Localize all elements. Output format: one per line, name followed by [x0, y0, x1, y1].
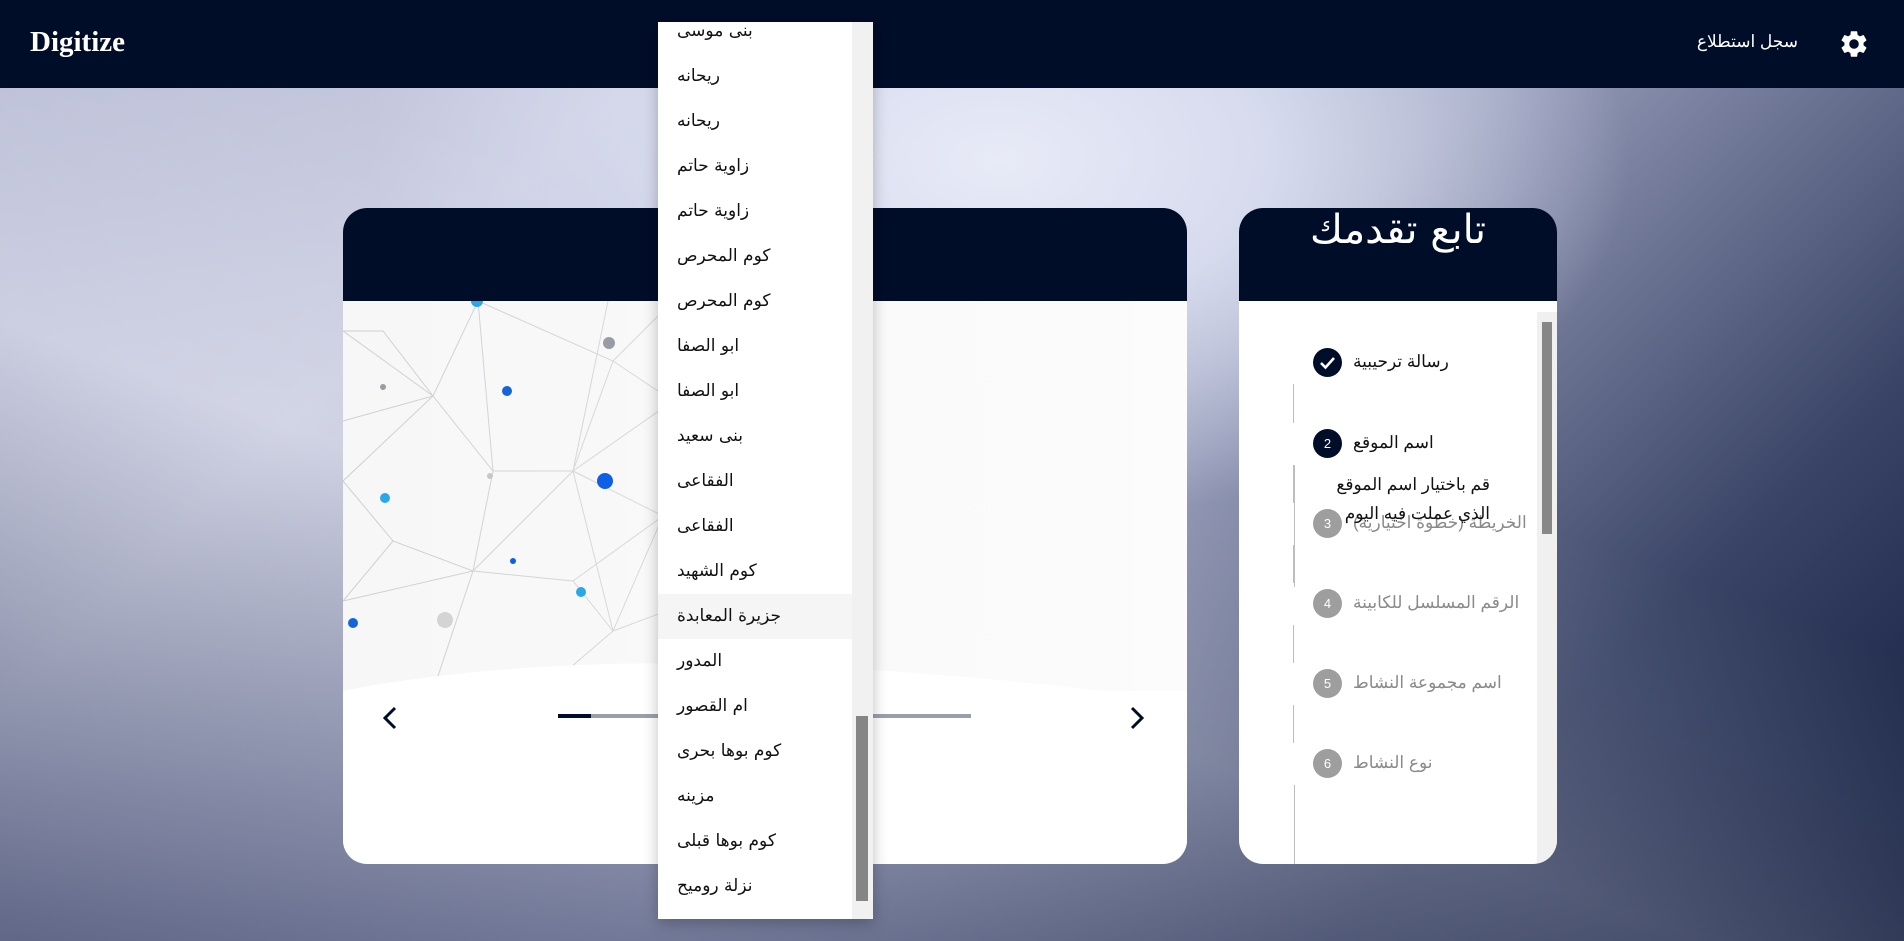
step-number: 5 — [1313, 669, 1342, 698]
progress-panel-title: تابع تقدمك — [1310, 208, 1486, 253]
dropdown-scrollbar-thumb[interactable] — [856, 716, 868, 901]
dropdown-option[interactable]: زاوية حاتم — [658, 189, 852, 234]
step-number: 6 — [1313, 749, 1342, 778]
step-connector — [1294, 465, 1295, 587]
site-name-dropdown[interactable]: بنى موسى ريحانه ريحانه زاوية حاتم زاوية حاتم… — [658, 22, 873, 919]
dropdown-option[interactable]: الفقاعى — [658, 459, 852, 504]
gear-icon[interactable] — [1838, 28, 1870, 60]
dropdown-option[interactable]: كوم بوها بحرى — [658, 729, 852, 774]
step-label: الرقم المسلسل للكابينة — [1353, 593, 1520, 612]
dropdown-option[interactable]: الفقاعى — [658, 504, 852, 549]
step-label: رسالة ترحيبية — [1353, 352, 1449, 371]
dropdown-option[interactable]: ريحانه — [658, 54, 852, 99]
step-label: اسم مجموعة النشاط — [1353, 673, 1502, 692]
dropdown-option[interactable]: كوم الشهيد — [658, 549, 852, 594]
dropdown-option[interactable]: نزلة روميح — [658, 864, 852, 909]
chevron-left-icon[interactable] — [371, 698, 411, 738]
progress-scrollbar-thumb[interactable] — [1542, 322, 1552, 534]
dropdown-option[interactable]: ابو الصفا — [658, 324, 852, 369]
check-icon — [1313, 348, 1342, 377]
dropdown-option[interactable]: كوم المحرص — [658, 234, 852, 279]
dropdown-option[interactable]: ابو الصفا — [658, 369, 852, 414]
step-connector — [1293, 625, 1294, 663]
dropdown-option[interactable]: مزينه — [658, 774, 852, 819]
dropdown-option[interactable]: زاوية حاتم — [658, 144, 852, 189]
dropdown-option[interactable]: كوم المحرص — [658, 279, 852, 324]
step-connector — [1293, 384, 1294, 423]
step-label: نوع النشاط — [1353, 753, 1433, 772]
step-number: 4 — [1313, 589, 1342, 618]
step-description: قم باختيار اسم الموقع الذي عملت فيه اليو… — [1336, 475, 1490, 523]
step-connector — [1294, 785, 1295, 864]
step-label: اسم الموقع — [1353, 433, 1434, 452]
brand-logo[interactable]: Digitize — [30, 26, 125, 59]
dropdown-option[interactable]: ريحانه — [658, 99, 852, 144]
dropdown-option[interactable]: بنى سعيد — [658, 414, 852, 459]
top-navbar: Digitize سجل استطلاع — [0, 0, 1904, 88]
dropdown-option[interactable]: كوم بوها قبلى — [658, 819, 852, 864]
survey-log-link[interactable]: سجل استطلاع — [1697, 32, 1798, 52]
slide-progress-fill — [558, 714, 592, 718]
chevron-right-icon[interactable] — [1116, 698, 1156, 738]
dropdown-option[interactable]: بنى موسى — [658, 22, 852, 54]
dropdown-option[interactable]: ام القصور — [658, 684, 852, 729]
step-connector — [1293, 705, 1294, 743]
dropdown-option[interactable]: جزيرة المعابدة — [658, 594, 852, 639]
dropdown-option[interactable]: المدور — [658, 639, 852, 684]
step-number: 2 — [1313, 429, 1342, 458]
progress-panel: تابع تقدمك رسالة ترحيبية 2 اسم الموقع 3 الخر… — [1239, 208, 1557, 864]
progress-panel-header: تابع تقدمك — [1239, 208, 1557, 301]
